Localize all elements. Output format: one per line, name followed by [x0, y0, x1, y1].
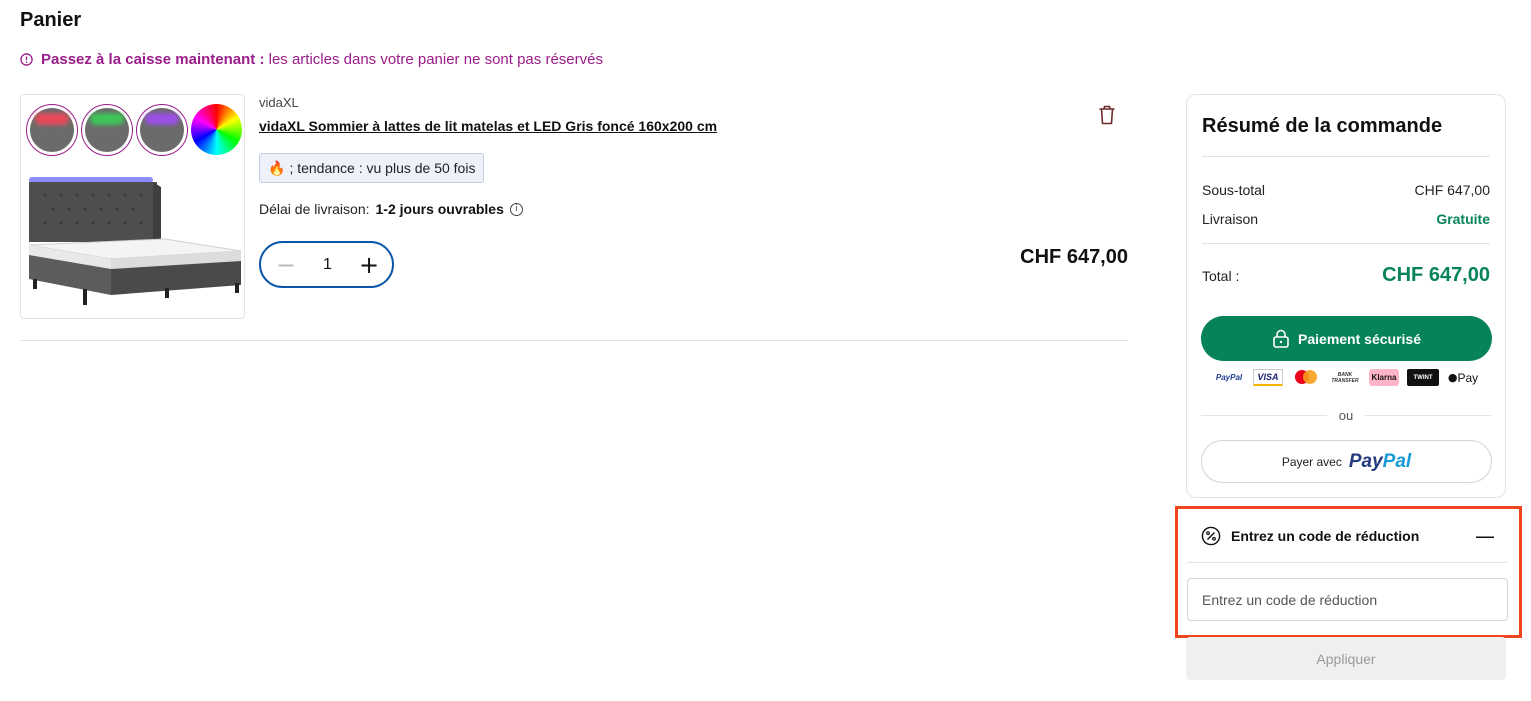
shipping-row: Livraison Gratuite — [1202, 211, 1490, 227]
color-swatch-green[interactable] — [81, 104, 133, 156]
subtotal-row: Sous-total CHF 647,00 — [1202, 182, 1490, 198]
or-text: ou — [1338, 408, 1354, 423]
paypal-wordmark: PayPal — [1348, 450, 1412, 472]
trend-text: ; tendance : vu plus de 50 fois — [289, 160, 476, 176]
alert-circle-icon — [20, 53, 33, 66]
increase-quantity-button[interactable]: + — [358, 253, 380, 277]
subtotal-value: CHF 647,00 — [1414, 182, 1490, 198]
lock-icon — [1273, 329, 1289, 348]
discount-code-section: Entrez un code de réduction — — [1175, 506, 1522, 638]
payment-methods: PayPal VISA BANK TRANSFER Klarna TWINT ●… — [1187, 369, 1505, 386]
bed-illustration — [28, 177, 242, 305]
notice-text: les articles dans votre panier ne sont p… — [268, 51, 603, 68]
bank-transfer-logo: BANK TRANSFER — [1331, 371, 1359, 384]
divider — [1202, 156, 1490, 157]
paypal-logo: PayPal — [1215, 373, 1243, 382]
shipping-value: Gratuite — [1436, 211, 1490, 227]
trend-badge: 🔥 ; tendance : vu plus de 50 fois — [259, 153, 485, 183]
divider — [1202, 243, 1490, 244]
product-image[interactable] — [20, 94, 245, 319]
info-icon[interactable]: i — [509, 202, 523, 216]
product-title-link[interactable]: vidaXL Sommier à lattes de lit matelas e… — [259, 118, 717, 134]
color-swatch-red[interactable] — [26, 104, 78, 156]
klarna-logo: Klarna — [1369, 369, 1399, 386]
pay-with-paypal-button[interactable]: Payer avec PayPal — [1201, 440, 1492, 483]
decrease-quantity-button[interactable]: − — [275, 253, 297, 277]
divider — [20, 340, 1128, 341]
subtotal-label: Sous-total — [1202, 182, 1266, 198]
mastercard-logo — [1291, 369, 1321, 386]
or-separator: ou — [1201, 408, 1491, 423]
shipping-label: Livraison — [1202, 211, 1259, 227]
secure-payment-label: Paiement sécurisé — [1298, 330, 1421, 347]
total-row: Total : CHF 647,00 — [1202, 264, 1490, 287]
paypal-prefix: Payer avec — [1281, 454, 1342, 469]
product-brand: vidaXL — [259, 95, 299, 110]
divider — [1187, 562, 1507, 563]
delivery-value: 1-2 jours ouvrables — [375, 201, 504, 217]
color-swatch-rainbow[interactable] — [191, 104, 242, 155]
notice-bold: Passez à la caisse maintenant : — [41, 51, 265, 68]
summary-title: Résumé de la commande — [1202, 115, 1443, 137]
quantity-stepper[interactable]: − 1 + — [259, 241, 394, 288]
fire-icon: 🔥 — [268, 159, 286, 176]
quantity-value[interactable]: 1 — [313, 256, 343, 274]
trash-icon[interactable] — [1095, 103, 1119, 127]
visa-logo: VISA — [1253, 369, 1283, 386]
discount-title: Entrez un code de réduction — [1231, 528, 1420, 544]
apply-discount-button[interactable]: Appliquer — [1186, 637, 1506, 680]
total-value: CHF 647,00 — [1382, 264, 1490, 286]
color-swatch-purple[interactable] — [136, 104, 188, 156]
delivery-label: Délai de livraison: — [259, 201, 370, 217]
page-title: Panier — [20, 9, 82, 31]
discount-header[interactable]: Entrez un code de réduction — — [1201, 526, 1495, 546]
discount-code-input[interactable] — [1187, 578, 1508, 621]
percent-icon — [1201, 526, 1221, 546]
order-summary-card: Résumé de la commande Sous-total CHF 647… — [1186, 94, 1506, 498]
secure-payment-button[interactable]: Paiement sécurisé — [1201, 316, 1492, 361]
delivery-info: Délai de livraison: 1-2 jours ouvrables … — [259, 201, 523, 217]
apple-icon: ● — [1447, 371, 1458, 384]
collapse-icon[interactable]: — — [1475, 526, 1495, 546]
total-label: Total : — [1202, 267, 1240, 284]
reservation-notice: Passez à la caisse maintenant : les arti… — [20, 51, 603, 68]
apple-pay-logo: ● Pay — [1447, 370, 1479, 385]
line-item-price: CHF 647,00 — [1020, 246, 1128, 268]
twint-logo: TWINT — [1407, 369, 1439, 386]
